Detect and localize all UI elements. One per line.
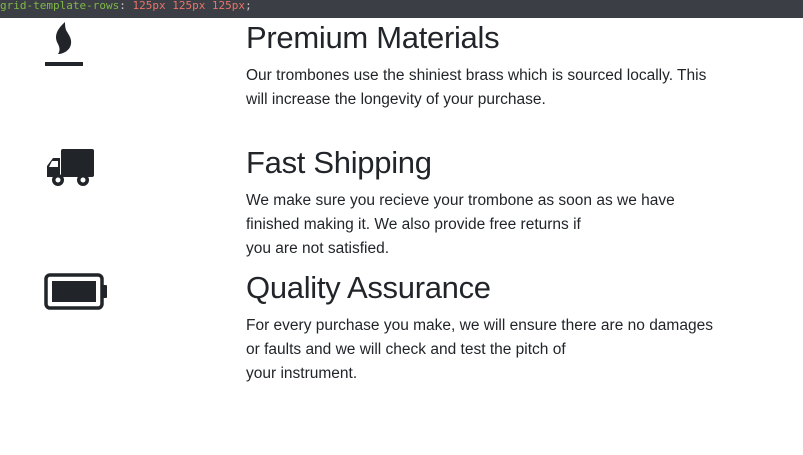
feature-description: For every purchase you make, we will ens…	[246, 314, 756, 386]
code-value: 125px 125px 125px	[125, 0, 246, 12]
feature-description: We make sure you recieve your trombone a…	[246, 189, 756, 261]
code-property: grid-template-rows	[0, 0, 120, 12]
code-snippet-bar: grid-template-rows: 125px 125px 125px;	[0, 0, 803, 18]
description-line: your instrument.	[246, 365, 358, 382]
feature-description: Our trombones use the shiniest brass whi…	[246, 64, 756, 112]
description-line: finished making it. We also provide free…	[246, 216, 581, 233]
truck-icon	[46, 148, 96, 188]
description-line: you are not satisfied.	[246, 240, 390, 257]
description-line: For every purchase you make, we will ens…	[246, 317, 713, 334]
description-line: will increase the longevity of your purc…	[246, 91, 546, 108]
description-line: We make sure you recieve your trombone a…	[246, 192, 675, 209]
feature-title: Premium Materials	[246, 20, 500, 55]
code-terminator: ;	[245, 0, 252, 12]
feature-title: Fast Shipping	[246, 145, 432, 180]
feature-title: Quality Assurance	[246, 270, 491, 305]
code-separator: :	[119, 0, 126, 12]
description-line: or faults and we will check and test the…	[246, 341, 566, 358]
battery-full-icon	[44, 273, 110, 311]
description-line: Our trombones use the shiniest brass whi…	[246, 67, 707, 84]
fire-icon	[44, 20, 84, 68]
